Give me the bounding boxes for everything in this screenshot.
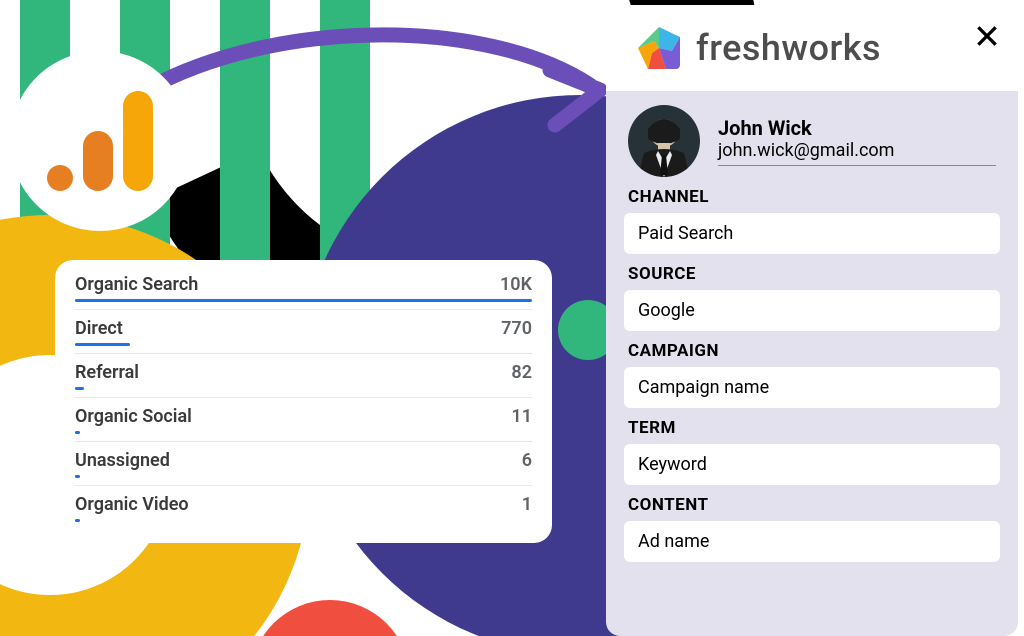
freshworks-header: freshworks [606, 5, 1018, 91]
ga-logo-dot-icon [47, 165, 73, 191]
table-row[interactable]: Organic Video 1 [75, 485, 532, 519]
ga-logo-bar-tall-icon [123, 91, 153, 191]
contact-avatar [628, 105, 700, 177]
row-label: Organic Social [75, 406, 192, 427]
row-value: 11 [511, 406, 532, 427]
row-bar [75, 475, 532, 478]
close-button[interactable] [970, 19, 1004, 53]
row-label: Direct [75, 318, 123, 339]
row-bar [75, 519, 532, 522]
contact-row: John Wick john.wick@gmail.com [628, 105, 996, 177]
table-row[interactable]: Organic Social 11 [75, 397, 532, 431]
ga-logo-bar-short-icon [83, 131, 113, 191]
contact-email: john.wick@gmail.com [718, 140, 996, 161]
source-label: SOURCE [628, 264, 996, 284]
row-bar [75, 343, 532, 346]
stage: Organic Search 10K Direct 770 Referral 82 Orga… [0, 0, 1024, 636]
table-row[interactable]: Direct 770 [75, 309, 532, 343]
row-bar [75, 431, 532, 434]
row-value: 10K [500, 274, 532, 295]
campaign-value[interactable]: Campaign name [624, 367, 1000, 408]
row-bar [75, 299, 532, 302]
row-value: 82 [511, 362, 532, 383]
row-label: Organic Search [75, 274, 198, 295]
contact-name: John Wick [718, 116, 996, 140]
row-bar [75, 387, 532, 390]
contact-info: John Wick john.wick@gmail.com [718, 116, 996, 166]
row-label: Referral [75, 362, 139, 383]
term-label: TERM [628, 418, 996, 438]
content-value[interactable]: Ad name [624, 521, 1000, 562]
table-row[interactable]: Unassigned 6 [75, 441, 532, 475]
channel-label: CHANNEL [628, 187, 996, 207]
channel-value[interactable]: Paid Search [624, 213, 1000, 254]
close-icon [974, 23, 1000, 49]
table-row[interactable]: Referral 82 [75, 353, 532, 387]
freshworks-logo-icon [636, 25, 682, 71]
row-value: 1 [522, 494, 532, 515]
row-label: Organic Video [75, 494, 189, 515]
freshworks-brand: freshworks [696, 27, 881, 69]
freshworks-card: freshworks John Wick john.wick@gmail.com [606, 5, 1018, 636]
row-value: 6 [522, 450, 532, 471]
acquisition-channels-card: Organic Search 10K Direct 770 Referral 82 Orga… [55, 260, 552, 543]
row-label: Unassigned [75, 450, 170, 471]
term-value[interactable]: Keyword [624, 444, 1000, 485]
row-value: 770 [501, 318, 532, 339]
source-value[interactable]: Google [624, 290, 1000, 331]
table-row[interactable]: Organic Search 10K [75, 272, 532, 299]
campaign-label: CAMPAIGN [628, 341, 996, 361]
content-label: CONTENT [628, 495, 996, 515]
google-analytics-logo [10, 51, 190, 231]
